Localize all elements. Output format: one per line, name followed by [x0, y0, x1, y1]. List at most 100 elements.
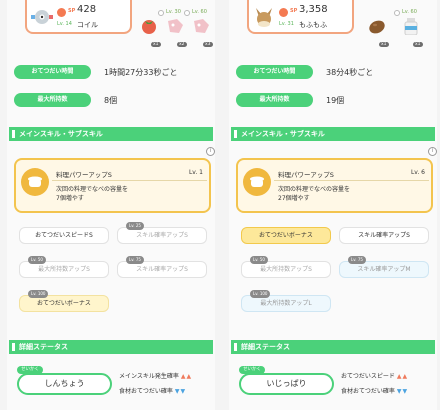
pokemon-card[interactable]: SP 428 Lv. 14 コイル: [25, 0, 132, 34]
sp-icon: [57, 8, 66, 17]
tomato-icon: [142, 20, 156, 34]
info-icon[interactable]: i: [206, 147, 215, 156]
main-skill-card[interactable]: 料理パワーアップS Lv. 1 次回の料理でなべの容量を 7個増やす: [14, 158, 211, 213]
ingredient-qty: x2: [177, 42, 187, 47]
nature-value[interactable]: しんちょう: [17, 373, 112, 395]
ingredient-slot-3[interactable]: Lv. 60 x3: [184, 9, 215, 47]
subskill-unlock-level: Lv. 75: [126, 256, 144, 264]
effect-down-label: 食材おてつだい確率: [119, 388, 173, 395]
main-skill-card[interactable]: 料理パワーアップS Lv. 6 次回の料理でなべの容量を 27個増やす: [236, 158, 433, 213]
subskill-label: スキル確率アップS: [136, 266, 188, 273]
max-carry-label: 最大所持数: [236, 93, 313, 107]
ingredient-slot-2[interactable]: Lv. 60 x1: [394, 9, 425, 47]
main-skill-description: 次回の料理でなべの容量を 7個増やす: [56, 185, 128, 203]
main-skill-name: 料理パワーアップS: [278, 171, 334, 179]
lock-ingredient-icon: [194, 19, 209, 33]
lock-ingredient-icon: [168, 19, 183, 33]
sp-value: 3,358: [299, 4, 328, 15]
subskill-unlock-level: Lv. 50: [250, 256, 268, 264]
sp-label: SP: [290, 8, 298, 14]
ingredient-unlock-level: Lv. 60: [192, 9, 207, 15]
max-carry-row: 最大所持数 8個: [14, 93, 214, 107]
sp-icon: [279, 8, 288, 17]
description-line-2: 7個増やす: [56, 195, 84, 202]
main-skill-level: Lv. 1: [188, 169, 203, 176]
subskill-2[interactable]: スキル確率アップS: [339, 227, 429, 244]
description-line-1: 次回の料理でなべの容量を: [278, 186, 351, 193]
subskill-unlock-level: Lv. 75: [348, 256, 366, 264]
max-carry-value: 8個: [104, 96, 118, 105]
skill-section-header: メインスキル・サブスキル: [231, 127, 435, 141]
coconut-icon: [369, 20, 385, 34]
milk-icon: [404, 18, 418, 35]
ingredient-unlock-level: Lv. 30: [166, 9, 181, 15]
ingredient-qty: x1: [379, 42, 389, 47]
ingredient-qty: x1: [413, 42, 423, 47]
ingredient-unlock-level: Lv. 60: [402, 9, 417, 15]
effect-up-label: おてつだいスピード: [341, 373, 395, 380]
nature-effect-down: 食材おてつだい確率 ▼▼: [341, 386, 408, 395]
help-time-row: おてつだい時間 1時間27分33秒ごと: [14, 65, 214, 79]
up-arrows-icon: ▲▲: [396, 373, 409, 380]
subskill-5[interactable]: Lv. 100 おてつだいボーナス: [19, 290, 109, 312]
description-line-2: 27個増やす: [278, 195, 310, 202]
nature-effect-down: 食材おてつだい確率 ▼▼: [119, 386, 186, 395]
help-time-value: 38分4秒ごと: [326, 68, 374, 77]
subskill-2[interactable]: Lv. 25 スキル確率アップS: [117, 222, 207, 244]
subskill-unlock-level: Lv. 100: [250, 290, 271, 298]
lock-icon: [184, 10, 190, 16]
subskill-4[interactable]: Lv. 75 スキル確率アップS: [117, 256, 207, 278]
subskill-label: スキル確率アップS: [136, 232, 188, 239]
lock-icon: [158, 10, 164, 16]
max-carry-row: 最大所持数 19個: [236, 93, 436, 107]
ingredient-qty: x1: [151, 42, 161, 47]
up-arrows-icon: ▲▲: [180, 373, 193, 380]
magnemite-thumbnail: [31, 10, 53, 24]
help-time-label: おてつだい時間: [236, 65, 313, 79]
help-time-row: おてつだい時間 38分4秒ごと: [236, 65, 436, 79]
effect-down-label: 食材おてつだい確率: [341, 388, 395, 395]
sp-label: SP: [68, 8, 76, 14]
help-time-value: 1時間27分33秒ごと: [104, 68, 178, 77]
subskill-4[interactable]: Lv. 75 スキル確率アップM: [339, 256, 429, 278]
subskill-5[interactable]: Lv. 100 最大所持数アップL: [241, 290, 331, 312]
main-skill-level: Lv. 6: [410, 169, 425, 176]
pot-icon: [243, 168, 271, 196]
divider: [274, 180, 429, 181]
ingredient-slot-1[interactable]: x1: [365, 9, 391, 47]
subskill-label: おてつだいボーナス: [37, 300, 91, 307]
subskill-label: 最大所持数アップL: [260, 300, 312, 307]
skill-section-header: メインスキル・サブスキル: [9, 127, 213, 141]
down-arrows-icon: ▼▼: [174, 388, 187, 395]
nature-value[interactable]: いじっぱり: [239, 373, 334, 395]
ingredient-qty: x3: [203, 42, 213, 47]
subskill-label: スキル確率アップM: [357, 266, 411, 273]
subskill-1[interactable]: おてつだいボーナス: [241, 227, 331, 244]
sp-value: 428: [77, 4, 97, 15]
status-section-header: 詳細ステータス: [231, 340, 435, 354]
nature-effect-up: メインスキル発生確率 ▲▲: [119, 371, 192, 380]
pot-icon: [21, 168, 49, 196]
subskill-label: 最大所持数アップS: [38, 266, 90, 273]
pokemon-card[interactable]: SP 3,358 Lv. 31 もふもふ: [247, 0, 354, 34]
subskill-1[interactable]: おてつだいスピードS: [19, 227, 109, 244]
down-arrows-icon: ▼▼: [396, 388, 409, 395]
subskill-label: 最大所持数アップS: [260, 266, 312, 273]
main-skill-name: 料理パワーアップS: [56, 171, 112, 179]
subskill-unlock-level: Lv. 50: [28, 256, 46, 264]
max-carry-value: 19個: [326, 96, 345, 105]
pokemon-name: もふもふ: [299, 21, 327, 29]
subskill-3[interactable]: Lv. 50 最大所持数アップS: [241, 256, 331, 278]
lock-icon: [394, 10, 400, 16]
eevee-thumbnail: [256, 8, 272, 27]
main-skill-description: 次回の料理でなべの容量を 27個増やす: [278, 185, 350, 203]
help-time-label: おてつだい時間: [14, 65, 91, 79]
description-line-1: 次回の料理でなべの容量を: [56, 186, 129, 193]
status-section-header: 詳細ステータス: [9, 340, 213, 354]
subskill-3[interactable]: Lv. 50 最大所持数アップS: [19, 256, 109, 278]
info-icon[interactable]: i: [428, 147, 437, 156]
subskill-unlock-level: Lv. 25: [126, 222, 144, 230]
pokemon-name: コイル: [77, 21, 98, 29]
subskill-unlock-level: Lv. 100: [28, 290, 49, 298]
max-carry-label: 最大所持数: [14, 93, 91, 107]
